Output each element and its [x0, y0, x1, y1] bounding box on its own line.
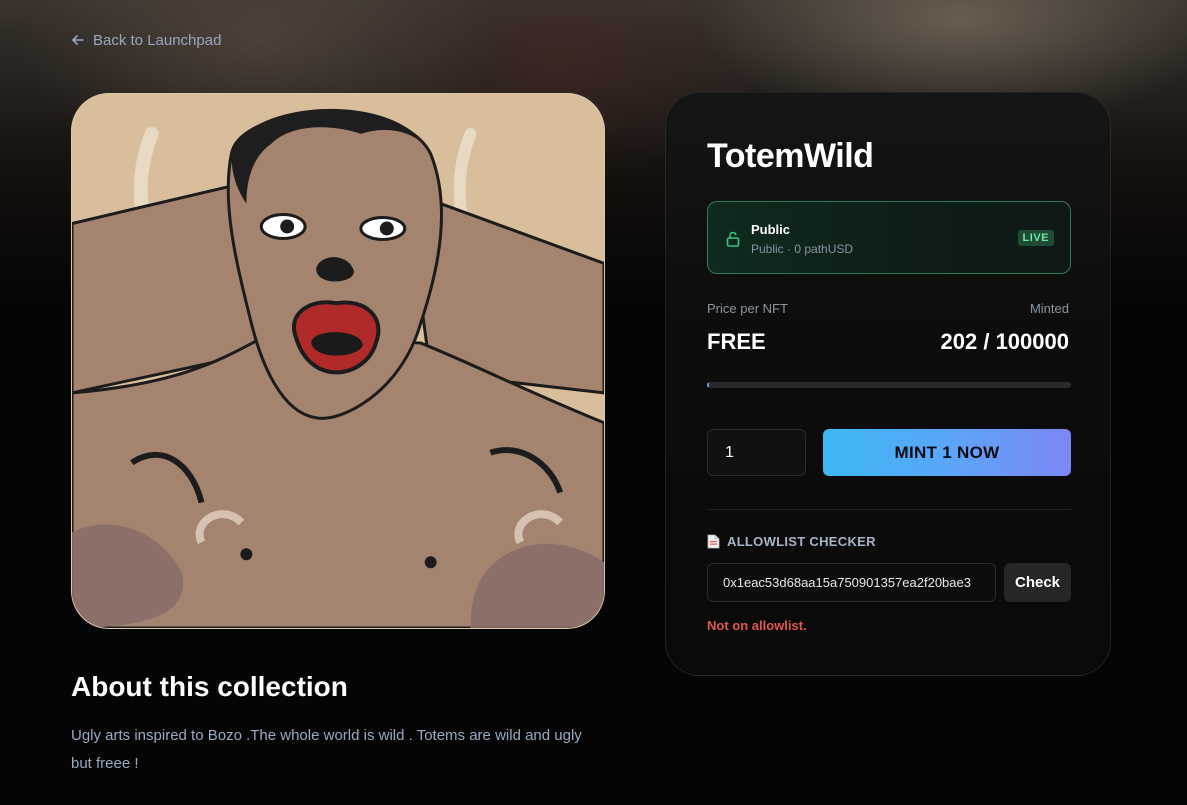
mint-progress-fill — [707, 382, 709, 388]
arrow-left-icon — [72, 35, 84, 45]
live-badge: LIVE — [1017, 230, 1054, 246]
unlock-icon — [726, 231, 740, 247]
minted-label: Minted — [1029, 301, 1069, 316]
price-label: Price per NFT — [707, 301, 788, 316]
about-description: Ugly arts inspired to Bozo .The whole wo… — [71, 727, 582, 772]
about-title: About this collection — [71, 671, 348, 702]
mint-progress-bar — [707, 382, 1071, 388]
check-allowlist-button[interactable]: Check — [1004, 563, 1071, 602]
mint-panel: TotemWild Public Public · 0 pathUSD LIVE… — [665, 92, 1111, 676]
wallet-address-input[interactable] — [707, 563, 996, 602]
mint-phase-public[interactable]: Public Public · 0 pathUSD LIVE — [707, 201, 1071, 274]
cartoon-portrait-image — [72, 94, 604, 628]
quantity-input[interactable] — [707, 429, 806, 476]
allowlist-title: ALLOWLIST CHECKER — [727, 534, 876, 549]
phase-subtitle: Public · 0 pathUSD — [751, 242, 854, 256]
divider — [707, 509, 1071, 510]
collection-artwork — [71, 93, 605, 629]
phase-name: Public — [751, 222, 791, 237]
allowlist-checker-heading: ALLOWLIST CHECKER — [707, 534, 876, 549]
back-to-launchpad-link[interactable]: Back to Launchpad — [71, 30, 221, 50]
back-link-label: Back to Launchpad — [93, 31, 222, 49]
mint-button[interactable]: MINT 1 NOW — [823, 429, 1071, 476]
collection-name: TotemWild — [707, 137, 874, 175]
document-icon — [707, 534, 720, 549]
minted-value: 202 / 100000 — [940, 329, 1069, 354]
price-value: FREE — [707, 329, 766, 354]
allowlist-status: Not on allowlist. — [707, 618, 807, 633]
